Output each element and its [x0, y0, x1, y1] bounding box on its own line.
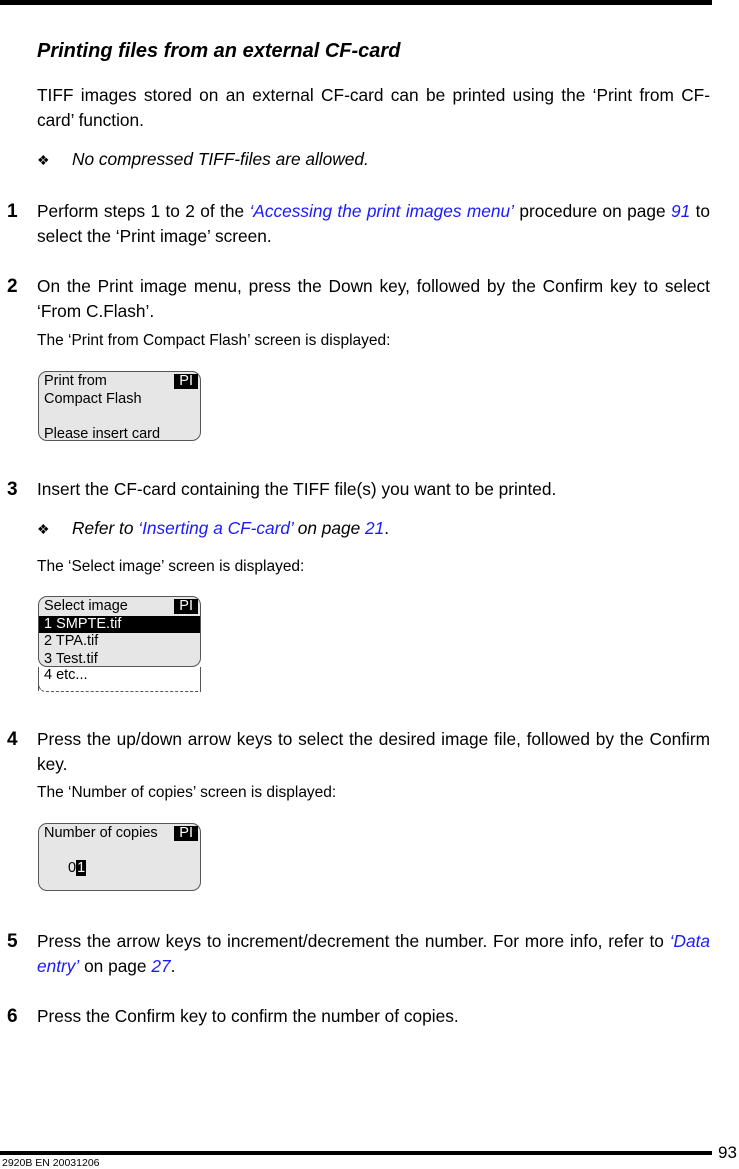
- copies-value-cursor: 1: [76, 859, 87, 876]
- lcd-dashed-continuation: [38, 684, 201, 692]
- lcd-item[interactable]: 2 TPA.tif: [39, 633, 200, 651]
- lcd-item[interactable]: 3 Test.tif: [39, 651, 200, 669]
- step-number: 2: [7, 276, 18, 297]
- bottom-rule: [0, 1151, 712, 1155]
- lcd-title: Select image: [44, 598, 128, 614]
- link-inserting-a-cf-card[interactable]: ‘Inserting a CF-card’: [138, 518, 293, 538]
- lcd-item-selected[interactable]: 1 SMPTE.tif: [39, 615, 200, 633]
- note-text-part: on page: [292, 518, 365, 538]
- diamond-bullet-icon: ❖: [37, 152, 50, 168]
- link-page-21[interactable]: 21: [365, 518, 384, 538]
- lcd-title: Number of copies: [44, 825, 158, 841]
- note-no-compressed: ❖ No compressed TIFF-files are allowed.: [37, 147, 369, 173]
- step-number: 6: [7, 1006, 18, 1027]
- lcd-select-image: PI Select image 1 SMPTE.tif 2 TPA.tif 3 …: [38, 596, 201, 667]
- document-id: 2920B EN 20031206: [2, 1157, 100, 1169]
- step-number: 3: [7, 479, 18, 500]
- note-text-part: .: [384, 518, 390, 538]
- page-number: 93: [718, 1143, 737, 1162]
- step-text: Press the arrow keys to increment/decrem…: [37, 929, 710, 979]
- step-4-subtext: The ‘Number of copies’ screen is display…: [37, 784, 337, 801]
- diamond-bullet-icon: ❖: [37, 521, 50, 537]
- top-rule: [0, 0, 712, 5]
- note-text: No compressed TIFF-files are allowed.: [72, 149, 369, 169]
- lcd-print-from-compact-flash: PI Print from Compact Flash Please inser…: [38, 371, 201, 442]
- section-heading: Printing files from an external CF-card: [37, 40, 401, 62]
- step-text: Press the Confirm key to confirm the num…: [37, 1006, 459, 1026]
- step-number: 5: [7, 931, 18, 952]
- step-text: Insert the CF-card containing the TIFF f…: [37, 479, 557, 499]
- link-page-27[interactable]: 27: [151, 956, 170, 976]
- note-refer-inserting-cf-card: ❖ Refer to ‘Inserting a CF-card’ on page …: [37, 516, 389, 542]
- step-text-part: on page: [79, 956, 152, 976]
- step-text: Perform steps 1 to 2 of the ‘Accessing t…: [37, 199, 710, 249]
- intro-paragraph: TIFF images stored on an external CF-car…: [37, 85, 710, 130]
- step-text: Press the up/down arrow keys to select t…: [37, 729, 710, 774]
- lcd-line: [39, 408, 200, 426]
- step-text: On the Print image menu, press the Down …: [37, 276, 710, 321]
- copies-value-prefix: 0: [68, 859, 77, 876]
- lcd-line: Please insert card: [44, 425, 161, 442]
- step-text-part: Press the arrow keys to increment/decrem…: [37, 931, 670, 951]
- link-accessing-print-images-menu[interactable]: ‘Accessing the print images menu’: [249, 201, 514, 221]
- lcd-line: Print from: [44, 373, 107, 389]
- lcd-number-of-copies: PI Number of copies 01: [38, 823, 201, 891]
- step-text-part: procedure on page: [513, 201, 671, 221]
- note-text-part: Refer to: [72, 518, 139, 538]
- step-number: 1: [7, 201, 18, 222]
- step-text-part: Perform steps 1 to 2 of the: [37, 201, 250, 221]
- step-text-part: .: [170, 956, 176, 976]
- step-2-subtext: The ‘Print from Compact Flash’ screen is…: [37, 332, 391, 349]
- step-number: 4: [7, 729, 18, 750]
- lcd-line: Compact Flash: [44, 390, 142, 407]
- step-3-subtext: The ‘Select image’ screen is displayed:: [37, 558, 305, 575]
- link-page-91[interactable]: 91: [671, 201, 690, 221]
- copies-value[interactable]: 01: [39, 859, 200, 878]
